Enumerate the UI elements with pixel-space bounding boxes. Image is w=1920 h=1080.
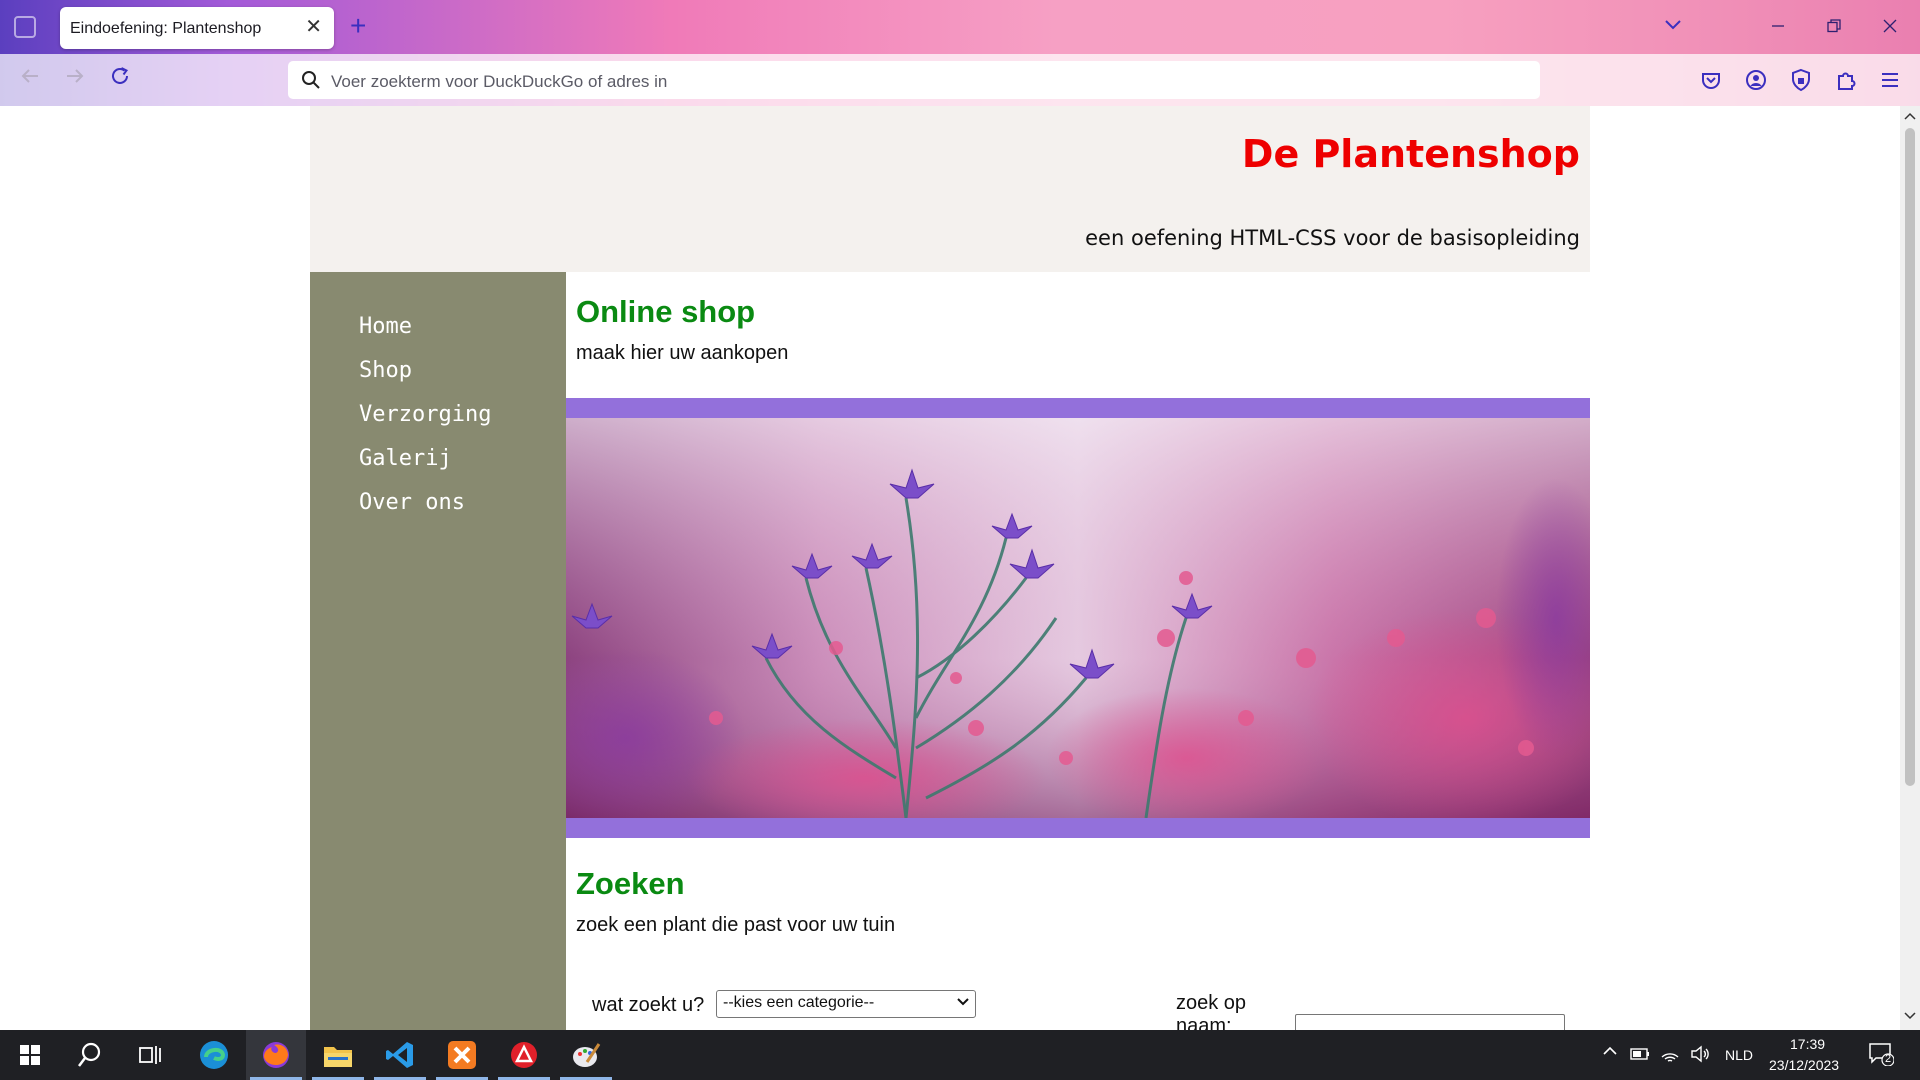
sidebar-nav: Home Shop Verzorging Galerij Over ons [310, 272, 566, 1030]
section-text-online-shop: maak hier uw aankopen [576, 342, 789, 364]
clock-time[interactable]: 17:39 [1790, 1036, 1825, 1052]
firefox-view-icon[interactable] [14, 16, 36, 38]
section-title-online-shop: Online shop [576, 294, 756, 329]
pocket-icon[interactable] [1697, 66, 1725, 94]
back-icon[interactable] [14, 64, 46, 96]
language-indicator[interactable]: NLD [1725, 1047, 1753, 1063]
volume-icon[interactable] [1690, 1045, 1710, 1067]
page-scrollbar[interactable] [1900, 106, 1920, 1030]
close-window-icon[interactable] [1870, 10, 1910, 44]
close-tab-icon[interactable]: ✕ [305, 16, 322, 38]
windows-taskbar: NLD 17:39 23/12/2023 2 [0, 1030, 1920, 1080]
main-content: Online shop maak hier uw aankopen Zoeken… [566, 272, 1590, 1030]
category-select-value: --kies een categorie-- [723, 994, 875, 1011]
flower-banner-image [566, 418, 1590, 818]
scroll-up-icon[interactable] [1904, 110, 1916, 124]
menu-icon[interactable] [1876, 66, 1904, 94]
tray-chevron-up-icon[interactable] [1602, 1044, 1618, 1060]
app-icon-red[interactable] [494, 1030, 554, 1080]
notification-count: 2 [1885, 1053, 1892, 1065]
site-header: De Plantenshop een oefening HTML-CSS voo… [310, 106, 1590, 272]
firefox-taskbar-icon[interactable] [246, 1030, 306, 1080]
account-icon[interactable] [1742, 66, 1770, 94]
tab-bar: Eindoefening: Plantenshop ✕ + [0, 0, 1920, 54]
nav-item-shop[interactable]: Shop [359, 358, 412, 383]
forward-icon[interactable] [59, 64, 91, 96]
edge-icon[interactable] [184, 1030, 244, 1080]
nav-item-verzorging[interactable]: Verzorging [359, 402, 491, 427]
tab-active[interactable]: Eindoefening: Plantenshop ✕ [60, 7, 334, 49]
name-search-label-line2: naam: [1176, 1015, 1232, 1030]
category-label: wat zoekt u? [592, 994, 705, 1016]
chevron-down-icon [957, 996, 969, 1010]
address-bar[interactable]: Voer zoekterm voor DuckDuckGo of adres i… [288, 61, 1540, 99]
task-view-icon[interactable] [120, 1030, 180, 1080]
clock-date[interactable]: 23/12/2023 [1769, 1057, 1839, 1073]
scroll-thumb[interactable] [1905, 128, 1915, 786]
site-title: De Plantenshop [1241, 132, 1580, 176]
banner-frame [566, 398, 1590, 838]
shield-icon[interactable] [1787, 66, 1815, 94]
name-search-label: zoek op naam: [1176, 992, 1246, 1030]
vscode-icon[interactable] [370, 1030, 430, 1080]
site-subtitle: een oefening HTML-CSS voor de basisoplei… [1085, 226, 1580, 250]
name-search-label-line1: zoek op [1176, 992, 1247, 1014]
tab-title: Eindoefening: Plantenshop [70, 20, 262, 37]
section-text-zoeken: zoek een plant die past voor uw tuin [576, 914, 896, 936]
page-container: De Plantenshop een oefening HTML-CSS voo… [310, 106, 1590, 1030]
navigation-toolbar: Voer zoekterm voor DuckDuckGo of adres i… [0, 54, 1920, 106]
minimize-icon[interactable] [1758, 10, 1798, 44]
section-title-zoeken: Zoeken [576, 866, 685, 901]
chevron-down-icon[interactable] [1664, 14, 1682, 37]
extensions-icon[interactable] [1832, 66, 1860, 94]
wifi-icon[interactable] [1660, 1045, 1680, 1067]
page-viewport: De Plantenshop een oefening HTML-CSS voo… [0, 106, 1900, 1030]
file-explorer-icon[interactable] [308, 1030, 368, 1080]
paint-icon[interactable] [556, 1030, 616, 1080]
browser-chrome: Eindoefening: Plantenshop ✕ + Voer zoekt… [0, 0, 1920, 106]
search-icon [300, 69, 322, 91]
new-tab-button[interactable]: + [350, 11, 366, 41]
nav-item-galerij[interactable]: Galerij [359, 446, 452, 471]
name-search-input[interactable] [1295, 1014, 1565, 1030]
restore-icon[interactable] [1814, 10, 1854, 44]
xampp-icon[interactable] [432, 1030, 492, 1080]
search-icon[interactable] [60, 1030, 120, 1080]
scroll-down-icon[interactable] [1904, 1010, 1916, 1024]
address-placeholder: Voer zoekterm voor DuckDuckGo of adres i… [331, 72, 668, 91]
nav-item-home[interactable]: Home [359, 314, 412, 339]
reload-icon[interactable] [104, 64, 136, 96]
battery-icon[interactable] [1630, 1047, 1650, 1065]
nav-item-over-ons[interactable]: Over ons [359, 490, 465, 515]
category-select[interactable]: --kies een categorie-- [716, 990, 976, 1018]
windows-start-icon[interactable] [0, 1030, 60, 1080]
